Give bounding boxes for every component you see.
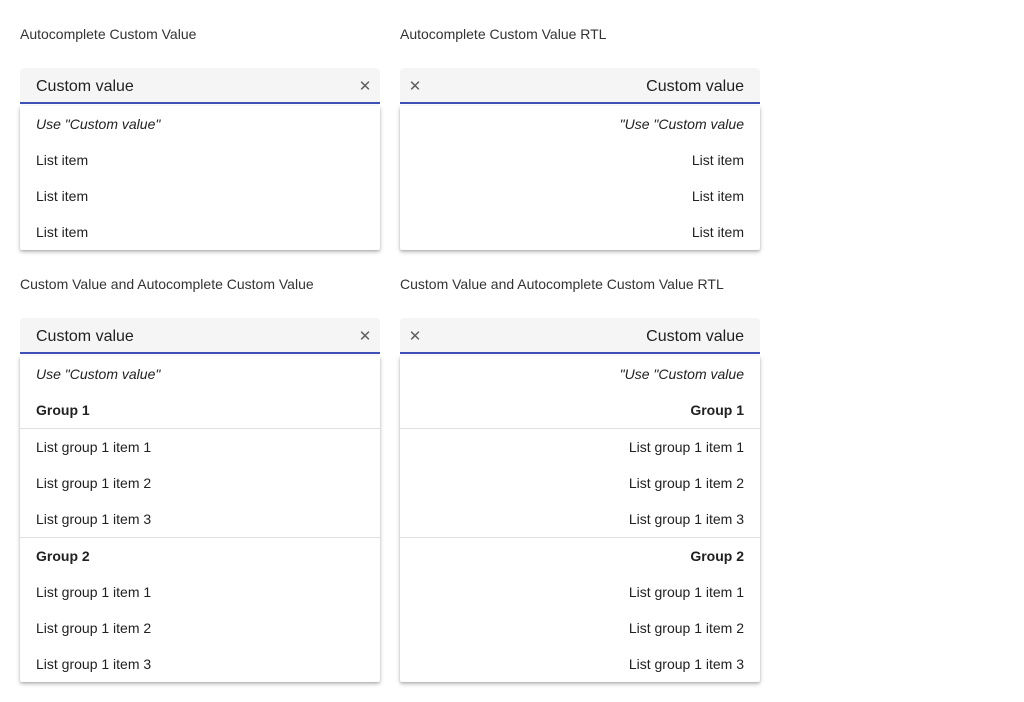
list-item[interactable]: List item (20, 178, 380, 214)
close-icon[interactable]: ✕ (356, 77, 374, 95)
list-item[interactable]: List group 1 item 2 (400, 610, 760, 646)
demo-title: Autocomplete Custom Value (20, 26, 197, 42)
options-menu: "Use "Custom value Group 1 List group 1 … (400, 356, 760, 682)
group-header: Group 2 (36, 548, 90, 564)
demo-title: Custom Value and Autocomplete Custom Val… (400, 276, 724, 292)
autocomplete-input[interactable]: Custom value ✕ (20, 68, 380, 104)
demo-title: Autocomplete Custom Value RTL (400, 26, 607, 42)
use-custom-value-option[interactable]: Use "Custom value" (20, 106, 380, 142)
input-value[interactable]: Custom value (36, 318, 134, 354)
demo-title: Custom Value and Autocomplete Custom Val… (20, 276, 314, 292)
autocomplete-input[interactable]: ✕ Custom value (400, 318, 760, 354)
input-value[interactable]: Custom value (646, 318, 744, 354)
close-icon[interactable]: ✕ (356, 327, 374, 345)
options-menu: "Use "Custom value List item List item L… (400, 106, 760, 250)
list-item[interactable]: List group 1 item 1 (400, 574, 760, 610)
list-item[interactable]: List group 1 item 3 (400, 501, 760, 537)
autocomplete-input[interactable]: Custom value ✕ (20, 318, 380, 354)
list-item[interactable]: List group 1 item 1 (20, 429, 380, 465)
list-item[interactable]: List item (20, 214, 380, 250)
options-menu: Use "Custom value" Group 1 List group 1 … (20, 356, 380, 682)
close-icon[interactable]: ✕ (406, 77, 424, 95)
list-item[interactable]: List group 1 item 3 (400, 646, 760, 682)
list-item[interactable]: List item (400, 178, 760, 214)
list-item[interactable]: List group 1 item 1 (20, 574, 380, 610)
list-item[interactable]: List item (400, 214, 760, 250)
list-item[interactable]: List group 1 item 3 (20, 646, 380, 682)
list-item[interactable]: List group 1 item 2 (400, 465, 760, 501)
use-custom-value-option[interactable]: "Use "Custom value (400, 106, 760, 142)
list-item[interactable]: List group 1 item 2 (20, 465, 380, 501)
list-item[interactable]: List group 1 item 2 (20, 610, 380, 646)
group-header: Group 1 (690, 402, 744, 418)
close-icon[interactable]: ✕ (406, 327, 424, 345)
group-header: Group 2 (690, 548, 744, 564)
list-item[interactable]: List group 1 item 3 (20, 501, 380, 537)
options-menu: Use "Custom value" List item List item L… (20, 106, 380, 250)
list-item[interactable]: List item (400, 142, 760, 178)
use-custom-value-option[interactable]: "Use "Custom value (400, 356, 760, 392)
autocomplete-input[interactable]: ✕ Custom value (400, 68, 760, 104)
list-item[interactable]: List group 1 item 1 (400, 429, 760, 465)
use-custom-value-option[interactable]: Use "Custom value" (20, 356, 380, 392)
input-value[interactable]: Custom value (646, 68, 744, 104)
list-item[interactable]: List item (20, 142, 380, 178)
input-value[interactable]: Custom value (36, 68, 134, 104)
group-header: Group 1 (36, 402, 90, 418)
